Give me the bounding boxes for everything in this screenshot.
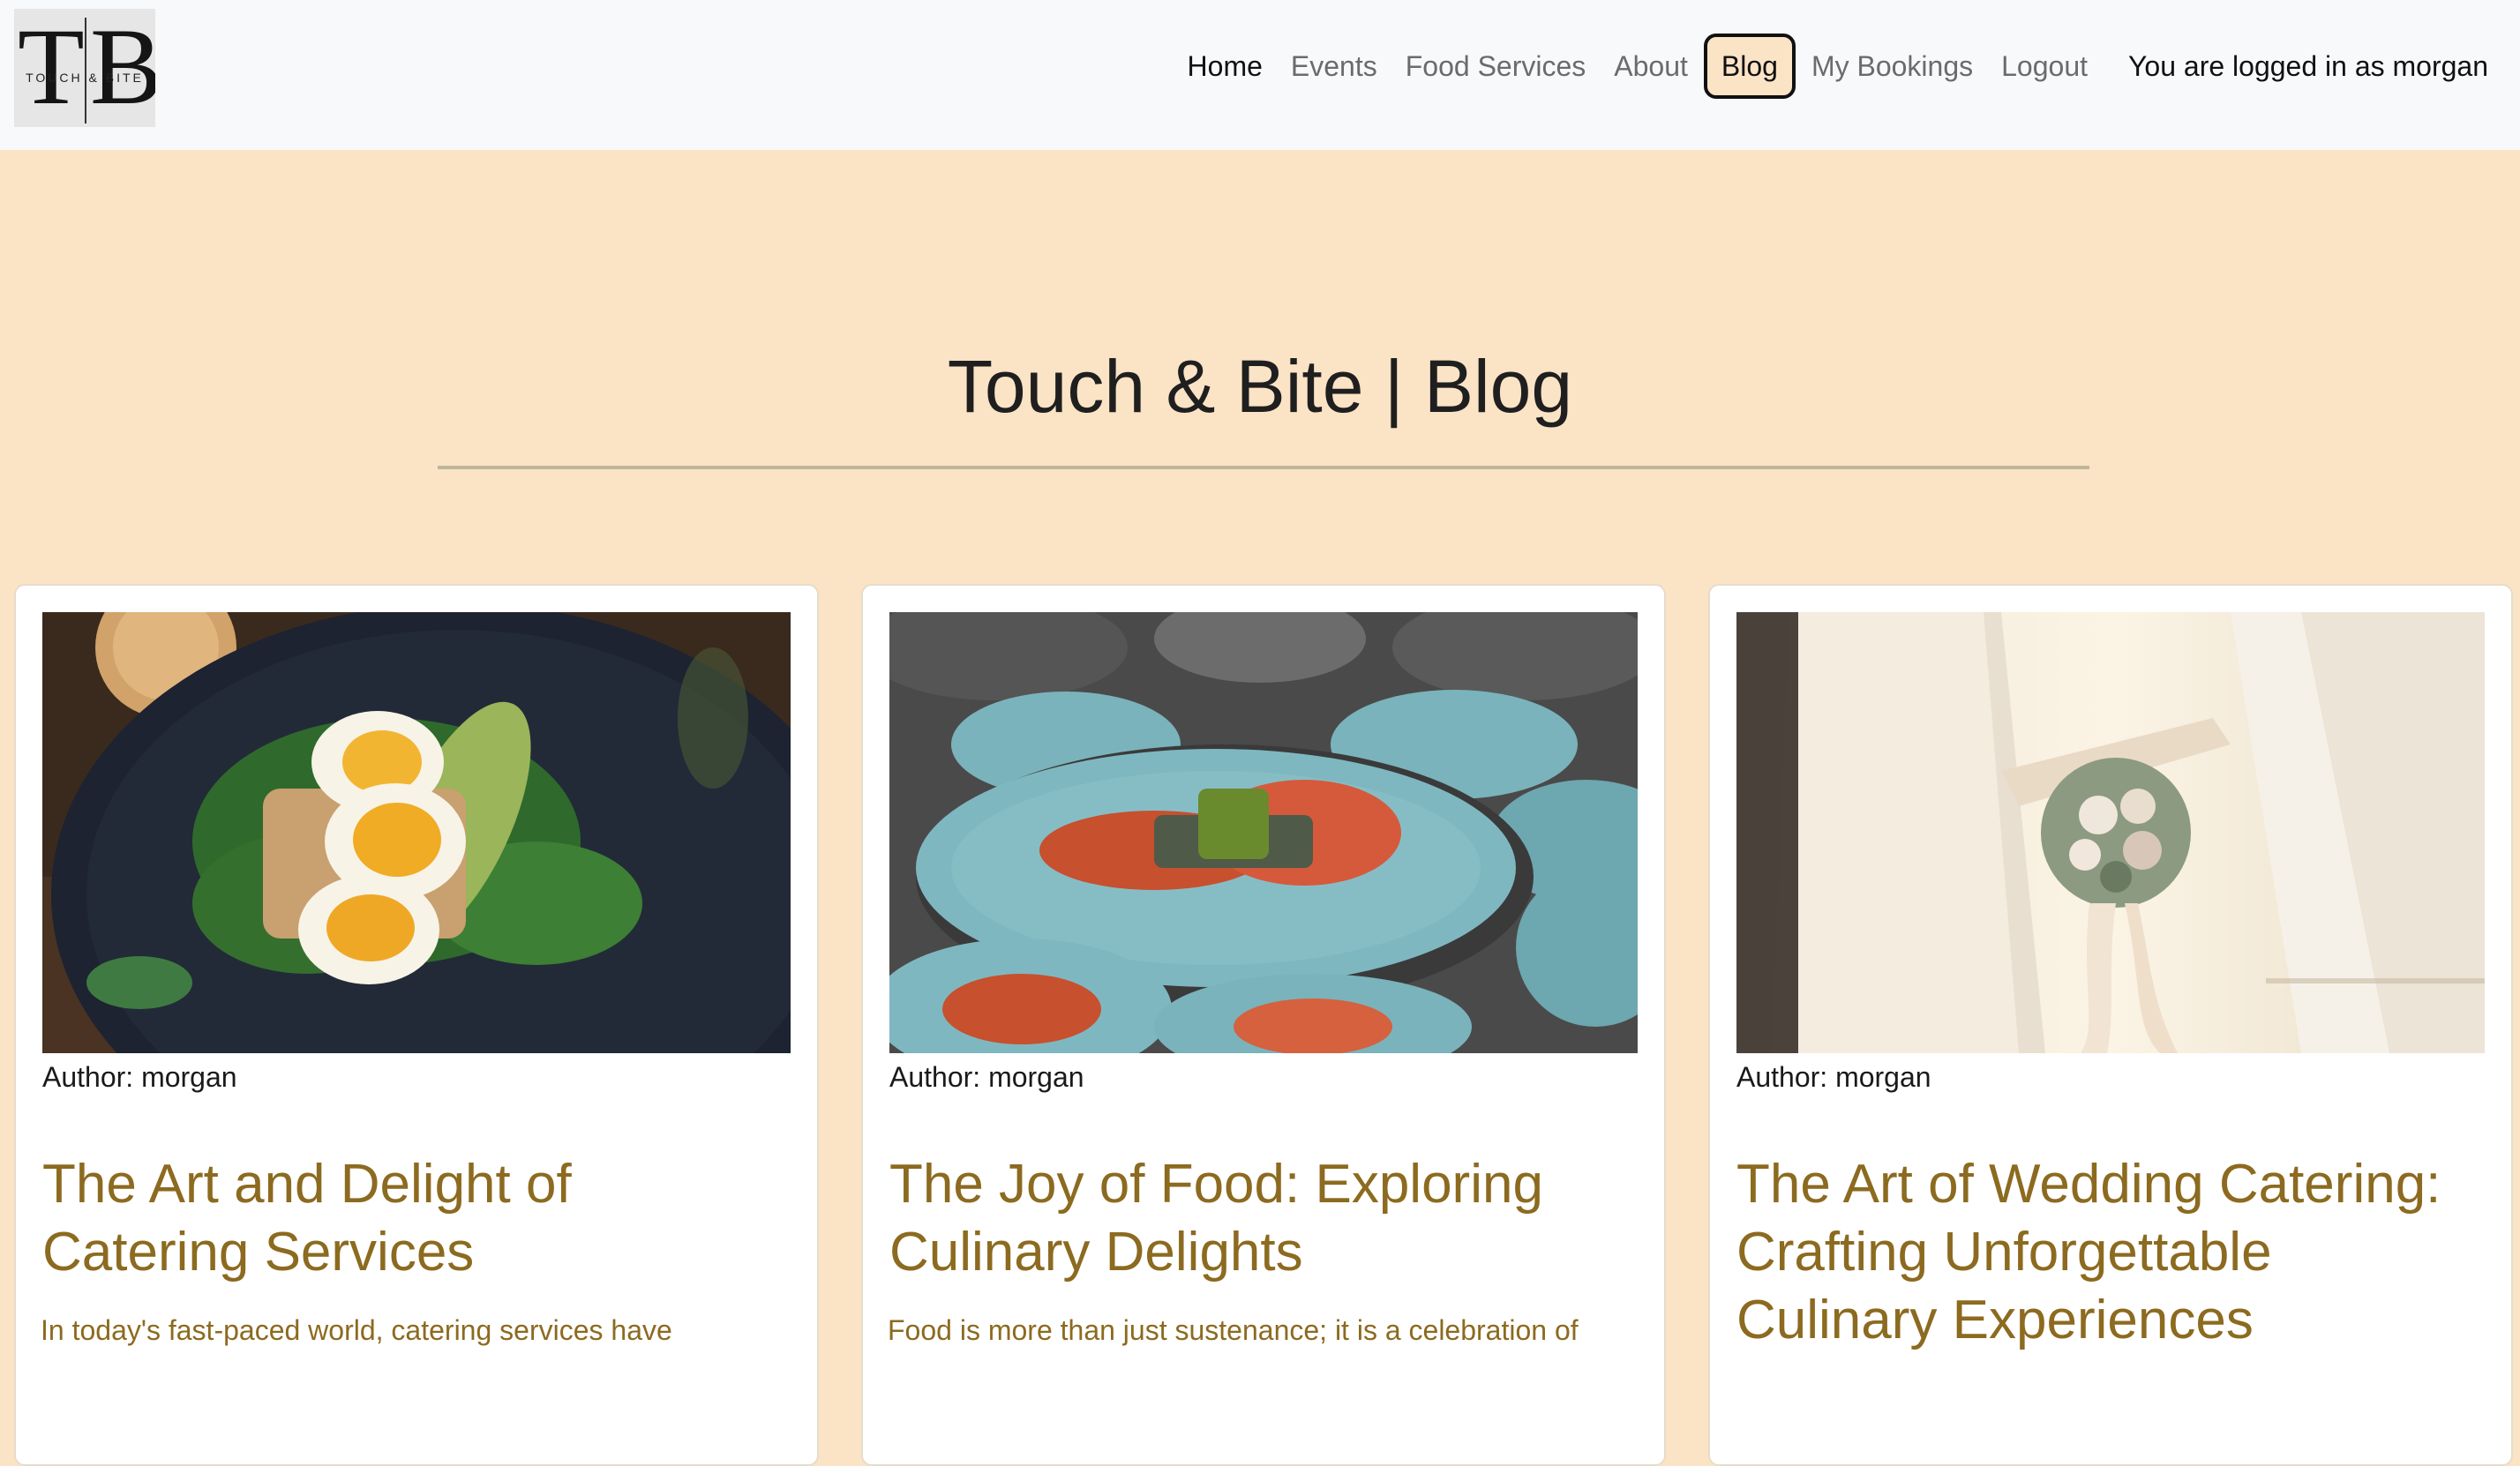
post-title[interactable]: The Joy of Food: Exploring Culinary Deli… <box>889 1150 1639 1286</box>
post-author: Author: morgan <box>42 1061 237 1093</box>
nav-about-link[interactable]: About <box>1600 32 1702 101</box>
page-title: Touch & Bite | Blog <box>947 345 1573 428</box>
nav-links: Home Events Food Services About Blog My … <box>1174 32 2488 101</box>
post-author: Author: morgan <box>889 1061 1084 1093</box>
nav-logout-link[interactable]: Logout <box>1987 32 2102 101</box>
title-divider <box>438 466 2089 469</box>
post-excerpt: Food is more than just sustenance; it is… <box>888 1314 1579 1346</box>
post-title[interactable]: The Art and Delight of Catering Services <box>42 1150 792 1286</box>
nav-events-link[interactable]: Events <box>1277 32 1391 101</box>
blog-card[interactable]: Author: morgan The Art of Wedding Cateri… <box>1708 584 2513 1466</box>
nav-blog-link[interactable]: Blog <box>1703 34 1796 99</box>
navbar: T B TOUCH & BITE Home Events Food Servic… <box>0 0 2520 150</box>
brand-logo[interactable]: T B TOUCH & BITE <box>14 9 155 127</box>
logo-letter-left: T <box>18 9 85 127</box>
logo-small-text: TOUCH & BITE <box>26 71 144 85</box>
post-excerpt: In today's fast-paced world, catering se… <box>41 1314 672 1346</box>
post-image-tapas-plates[interactable] <box>889 612 1638 1053</box>
nav-home-link[interactable]: Home <box>1174 32 1277 101</box>
nav-food-services-link[interactable]: Food Services <box>1391 32 1601 101</box>
post-image-food-plate[interactable] <box>42 612 791 1053</box>
logged-in-status: You are logged in as morgan <box>2128 49 2488 82</box>
post-image-wedding-couple[interactable] <box>1736 612 2485 1053</box>
post-author: Author: morgan <box>1736 1061 1931 1093</box>
logo-letter-right: B <box>90 9 155 127</box>
nav-my-bookings-link[interactable]: My Bookings <box>1797 32 1987 101</box>
post-title[interactable]: The Art of Wedding Catering: Crafting Un… <box>1736 1150 2486 1354</box>
